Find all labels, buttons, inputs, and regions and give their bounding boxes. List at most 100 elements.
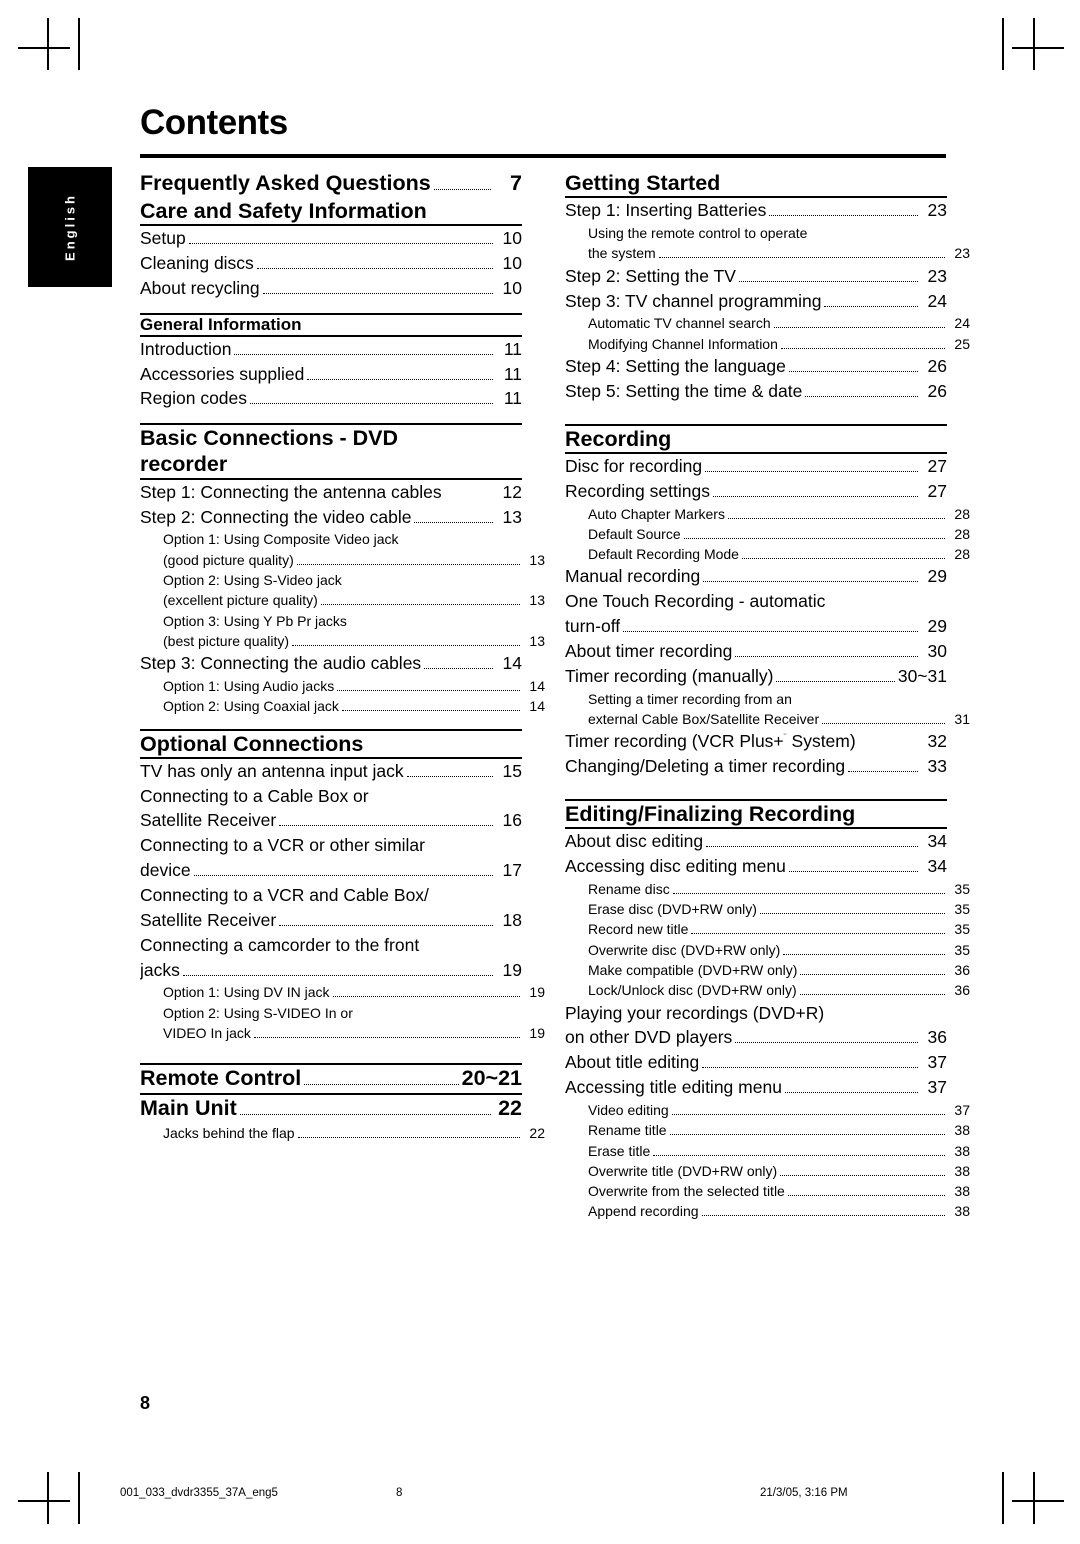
toc-entry[interactable]: (best picture quality) 13	[140, 631, 545, 651]
toc-entry[interactable]: Accessing title editing menu 37	[565, 1075, 947, 1100]
toc-entry[interactable]: Append recording 38	[565, 1201, 970, 1221]
toc-entry[interactable]: Rename title 38	[565, 1120, 970, 1140]
toc-entry[interactable]: turn-off 29	[565, 614, 947, 639]
toc-entry[interactable]: Erase disc (DVD+RW only) 35	[565, 899, 970, 919]
toc-entry[interactable]: Timer recording (manually) 30~31	[565, 664, 947, 689]
toc-entry-label: About timer recording	[565, 640, 733, 661]
toc-entry[interactable]: external Cable Box/Satellite Receiver 31	[565, 709, 970, 729]
toc-entry[interactable]: Recording settings 27	[565, 479, 947, 504]
toc-entry[interactable]: Overwrite title (DVD+RW only) 38	[565, 1161, 970, 1181]
toc-entry-page: 19	[529, 984, 545, 1001]
toc-entry[interactable]: Erase title 38	[565, 1141, 970, 1161]
dot-leader	[279, 924, 493, 926]
dot-leader	[658, 257, 945, 259]
toc-entry[interactable]: Step 2: Setting the TV 23	[565, 264, 947, 289]
toc-entry[interactable]: jacks 19	[140, 958, 522, 983]
dot-leader	[320, 604, 520, 606]
toc-entry[interactable]: Setting a timer recording from an	[565, 689, 970, 709]
toc-entry[interactable]: Option 2: Using Coaxial jack 14	[140, 696, 545, 716]
toc-entry[interactable]: Satellite Receiver 18	[140, 908, 522, 933]
toc-entry[interactable]: Step 1: Inserting Batteries 23	[565, 198, 947, 223]
toc-entry-page: 25	[954, 335, 970, 352]
toc-entry[interactable]: Overwrite from the selected title 38	[565, 1181, 970, 1201]
toc-entry-label: Setting a timer recording from an	[588, 690, 792, 707]
dot-leader	[784, 1092, 918, 1094]
toc-entry[interactable]: device 17	[140, 858, 522, 883]
toc-entry-page: 38	[954, 1183, 970, 1200]
toc-entry-page: 23	[927, 265, 947, 286]
toc-entry[interactable]: (excellent picture quality) 13	[140, 590, 545, 610]
toc-entry[interactable]: About timer recording 30	[565, 639, 947, 664]
toc-entry[interactable]: Option 1: Using DV IN jack 19	[140, 982, 545, 1002]
toc-entry-page: 20~21	[461, 1066, 522, 1091]
toc-entry-page: 34	[927, 855, 947, 876]
dot-leader	[414, 521, 493, 523]
toc-entry[interactable]: Changing/Deleting a timer recording 33	[565, 754, 947, 779]
toc-entry-page: 24	[927, 290, 947, 311]
toc-entry[interactable]: Option 2: Using S-Video jack	[140, 570, 545, 590]
toc-entry[interactable]: Cleaning discs 10	[140, 251, 522, 276]
dot-leader	[424, 668, 493, 670]
toc-entry[interactable]: Main Unit 22	[140, 1095, 522, 1123]
toc-entry[interactable]: Step 1: Connecting the antenna cables 12	[140, 480, 522, 505]
toc-entry[interactable]: Step 4: Setting the language 26	[565, 354, 947, 379]
toc-entry[interactable]: Option 2: Using S-VIDEO In or	[140, 1003, 545, 1023]
dot-leader	[706, 846, 918, 848]
toc-entry-label: (best picture quality)	[163, 632, 290, 649]
toc-entry-label: Timer recording (VCR Plus+¨ System)	[565, 729, 856, 754]
toc-entry[interactable]: Accessories supplied 11	[140, 362, 522, 387]
toc-entry[interactable]: About disc editing 34	[565, 829, 947, 854]
toc-entry-label: device	[140, 860, 191, 881]
dot-leader	[788, 870, 918, 872]
toc-entry[interactable]: Step 5: Setting the time & date 26	[565, 379, 947, 404]
toc-entry[interactable]: Automatic TV channel search 24	[565, 313, 970, 333]
toc-entry[interactable]: Disc for recording 27	[565, 454, 947, 479]
toc-entry[interactable]: Step 3: Connecting the audio cables 14	[140, 651, 522, 676]
toc-entry[interactable]: Option 1: Using Composite Video jack	[140, 529, 545, 549]
toc-entry-page: 34	[927, 831, 947, 852]
dot-leader	[780, 1174, 945, 1176]
toc-entry[interactable]: Timer recording (VCR Plus+¨ System) 32	[565, 729, 947, 754]
toc-entry[interactable]: Default Recording Mode 28	[565, 544, 970, 564]
toc-entry[interactable]: Introduction 11	[140, 337, 522, 362]
toc-entry[interactable]: Region codes 11	[140, 386, 522, 411]
toc-entry[interactable]: Record new title 35	[565, 919, 970, 939]
toc-entry[interactable]: Video editing 37	[565, 1100, 970, 1120]
toc-entry[interactable]: VIDEO In jack 19	[140, 1023, 545, 1043]
toc-entry[interactable]: Make compatible (DVD+RW only) 36	[565, 960, 970, 980]
toc-entry[interactable]: TV has only an antenna input jack 15	[140, 759, 522, 784]
toc-entry[interactable]: Auto Chapter Markers 28	[565, 504, 970, 524]
toc-entry[interactable]: on other DVD players 36	[565, 1025, 947, 1050]
toc-entry-page: 23	[927, 200, 947, 221]
toc-entry[interactable]: Rename disc 35	[565, 879, 970, 899]
toc-entry[interactable]: Frequently Asked Questions 7	[140, 170, 522, 198]
toc-entry[interactable]: Using the remote control to operate	[565, 223, 970, 243]
dot-leader	[406, 775, 493, 777]
title-divider	[140, 154, 946, 158]
toc-entry[interactable]: Overwrite disc (DVD+RW only) 35	[565, 940, 970, 960]
toc-entry[interactable]: Satellite Receiver 16	[140, 808, 522, 833]
toc-entry[interactable]: Jacks behind the flap 22	[140, 1123, 545, 1143]
toc-entry[interactable]: About recycling 10	[140, 276, 522, 301]
toc-entry[interactable]: (good picture quality) 13	[140, 550, 545, 570]
toc-entry[interactable]: Lock/Unlock disc (DVD+RW only) 36	[565, 980, 970, 1000]
toc-entry[interactable]: the system 23	[565, 243, 970, 263]
toc-entry-label: Make compatible (DVD+RW only)	[588, 962, 798, 979]
toc-entry-label: Option 2: Using Coaxial jack	[163, 698, 339, 715]
dot-leader	[691, 933, 945, 935]
toc-entry[interactable]: Step 3: TV channel programming 24	[565, 289, 947, 314]
toc-entry[interactable]: About title editing 37	[565, 1050, 947, 1075]
toc-entry-page: 32	[927, 731, 947, 752]
toc-entry[interactable]: Accessing disc editing menu 34	[565, 854, 947, 879]
toc-entry[interactable]: Option 3: Using Y Pb Pr jacks	[140, 611, 545, 631]
toc-entry[interactable]: Option 1: Using Audio jacks 14	[140, 676, 545, 696]
toc-entry[interactable]: Modifying Channel Information 25	[565, 334, 970, 354]
toc-entry[interactable]: Remote Control 20~21	[140, 1065, 522, 1093]
dot-leader	[188, 243, 493, 245]
toc-entry-label: Setup	[140, 228, 186, 249]
toc-entry[interactable]: Setup 10	[140, 226, 522, 251]
toc-entry[interactable]: Manual recording 29	[565, 564, 947, 589]
toc-entry[interactable]: Default Source 28	[565, 524, 970, 544]
toc-entry[interactable]: Step 2: Connecting the video cable 13	[140, 505, 522, 530]
